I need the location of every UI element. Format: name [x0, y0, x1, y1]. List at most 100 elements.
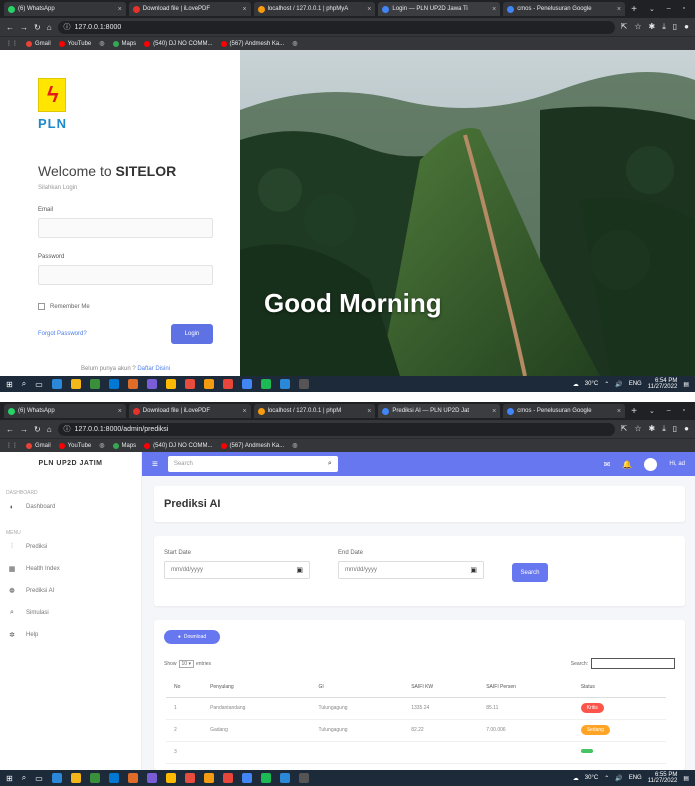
file-explorer-icon[interactable] [70, 773, 81, 783]
calendar-icon[interactable]: ▣ [296, 566, 303, 574]
app-icon[interactable] [108, 773, 119, 783]
app-icon[interactable] [146, 379, 157, 389]
browser-tab[interactable]: Download file | iLovePDF × [128, 404, 251, 418]
file-explorer-icon[interactable] [70, 379, 81, 389]
close-tab-icon[interactable]: × [118, 6, 122, 13]
browser-tab[interactable]: cmos - Penelusuran Google × [503, 404, 625, 418]
browser-tab[interactable]: (6) WhatsApp × [4, 404, 126, 418]
notifications-icon[interactable]: ▤ [683, 381, 689, 388]
login-button[interactable]: Login [171, 324, 213, 344]
app-icon[interactable] [279, 379, 290, 389]
new-tab-icon[interactable]: + [628, 4, 640, 15]
home-icon[interactable]: ⌂ [47, 425, 52, 434]
bookmark-apps[interactable]: ⋮⋮ [6, 442, 18, 449]
password-field[interactable] [38, 265, 213, 285]
download-button[interactable]: ● Download [164, 630, 220, 644]
close-tab-icon[interactable]: × [617, 408, 621, 415]
new-tab-icon[interactable]: + [628, 406, 640, 417]
share-icon[interactable]: ⇱ [621, 424, 628, 434]
column-header[interactable]: SAIFI Persen [478, 677, 573, 698]
language-indicator[interactable]: ENG [629, 775, 642, 781]
profile-icon[interactable]: ● [684, 22, 689, 32]
reload-icon[interactable]: ↻ [34, 425, 41, 434]
restore-icon[interactable]: ▫ [683, 5, 685, 13]
chrome-icon[interactable] [241, 379, 252, 389]
bookmark-youtube[interactable]: YouTube [58, 40, 91, 47]
avatar[interactable] [644, 457, 658, 471]
bookmark-video-1[interactable]: (540) DJ NO COMM... [144, 40, 213, 47]
volume-icon[interactable]: 🔊 [615, 381, 622, 388]
app-icon[interactable] [203, 773, 214, 783]
clock[interactable]: 6:54 PM 11/27/2022 [648, 378, 678, 390]
start-date-input[interactable]: mm/dd/yyyy ▣ [164, 561, 310, 579]
forgot-password-link[interactable]: Forgot Password? [38, 331, 87, 337]
app-icon[interactable] [203, 379, 214, 389]
close-tab-icon[interactable]: × [367, 408, 371, 415]
close-tab-icon[interactable]: × [118, 408, 122, 415]
language-indicator[interactable]: ENG [629, 381, 642, 387]
bookmark-gmail[interactable]: Gmail [26, 442, 51, 449]
app-icon[interactable] [165, 773, 176, 783]
bookmark-youtube[interactable]: YouTube [58, 442, 91, 449]
user-menu[interactable]: Hi, ad [669, 461, 685, 467]
chrome-icon[interactable] [241, 773, 252, 783]
share-icon[interactable]: ⇱ [621, 22, 628, 32]
column-header[interactable]: Penyulang [202, 677, 311, 698]
notifications-bell-icon[interactable]: 🔔 [622, 460, 632, 469]
search-button[interactable]: Search [512, 563, 548, 582]
tray-arrow-icon[interactable]: ⌃ [604, 775, 609, 782]
clock[interactable]: 6:55 PM 11/27/2022 [648, 772, 678, 784]
search-icon[interactable]: ⌕ [328, 460, 332, 468]
app-icon[interactable] [51, 379, 62, 389]
bookmark-video-2[interactable]: (567) Andmesh Ka... [220, 442, 284, 449]
close-tab-icon[interactable]: × [492, 408, 496, 415]
bookmark-gmail[interactable]: Gmail [26, 40, 51, 47]
bookmark-maps[interactable]: Maps [112, 442, 136, 449]
email-field[interactable] [38, 218, 213, 238]
app-icon[interactable] [184, 773, 195, 783]
register-link[interactable]: Daftar Disini [137, 366, 170, 372]
remember-checkbox[interactable] [38, 303, 45, 310]
app-icon[interactable] [298, 379, 309, 389]
extensions-icon[interactable]: ✱ [649, 424, 656, 434]
sidebar-item-prediksi-ai[interactable]: ❁ Prediksi AI [0, 580, 141, 602]
minimize-icon[interactable]: – [667, 5, 671, 13]
column-header[interactable]: Status [572, 677, 666, 698]
windows-start-icon[interactable]: ⊞ [6, 380, 13, 389]
back-icon[interactable]: ← [6, 425, 14, 434]
windows-start-icon[interactable]: ⊞ [6, 774, 13, 783]
url-input[interactable]: ⓘ 127.0.0.1:8000 [57, 20, 615, 34]
app-icon[interactable] [298, 773, 309, 783]
task-view-icon[interactable]: ▭ [35, 774, 43, 783]
bookmark-star-icon[interactable]: ☆ [634, 22, 641, 32]
sidebar-item-help[interactable]: ✲ Help [0, 624, 141, 646]
navbar-search-input[interactable]: Search ⌕ [167, 456, 338, 472]
app-icon[interactable] [146, 773, 157, 783]
app-icon[interactable] [108, 379, 119, 389]
sidebar-item-health-index[interactable]: ▦ Health Index [0, 558, 141, 580]
close-tab-icon[interactable]: × [367, 6, 371, 13]
app-icon[interactable] [165, 379, 176, 389]
app-icon[interactable] [51, 773, 62, 783]
weather-icon[interactable]: ☁ [573, 381, 579, 388]
app-icon[interactable] [127, 773, 138, 783]
tray-arrow-icon[interactable]: ⌃ [604, 381, 609, 388]
bookmark-globe[interactable]: ◎ [99, 442, 104, 449]
weather-icon[interactable]: ☁ [573, 775, 579, 782]
notifications-icon[interactable]: ▤ [683, 775, 689, 782]
app-icon[interactable] [127, 379, 138, 389]
app-icon[interactable] [279, 773, 290, 783]
bookmark-globe[interactable]: ◎ [99, 40, 104, 47]
sidepanel-icon[interactable]: ▯ [673, 424, 677, 434]
task-view-icon[interactable]: ▭ [35, 380, 43, 389]
remember-me[interactable]: Remember Me [38, 303, 214, 310]
chevron-down-icon[interactable]: ⌄ [649, 5, 655, 13]
volume-icon[interactable]: 🔊 [615, 775, 622, 782]
url-input[interactable]: ⓘ 127.0.0.1:8000/admin/prediksi [57, 422, 615, 436]
bookmark-apps[interactable]: ⋮⋮ [6, 40, 18, 47]
browser-tab-active[interactable]: Login — PLN UP2D Jawa Ti × [378, 2, 501, 16]
chevron-down-icon[interactable]: ⌄ [649, 407, 655, 415]
browser-tab[interactable]: localhost / 127.0.0.1 | phpMyA × [253, 2, 376, 16]
back-icon[interactable]: ← [6, 23, 14, 32]
app-icon[interactable] [89, 379, 100, 389]
